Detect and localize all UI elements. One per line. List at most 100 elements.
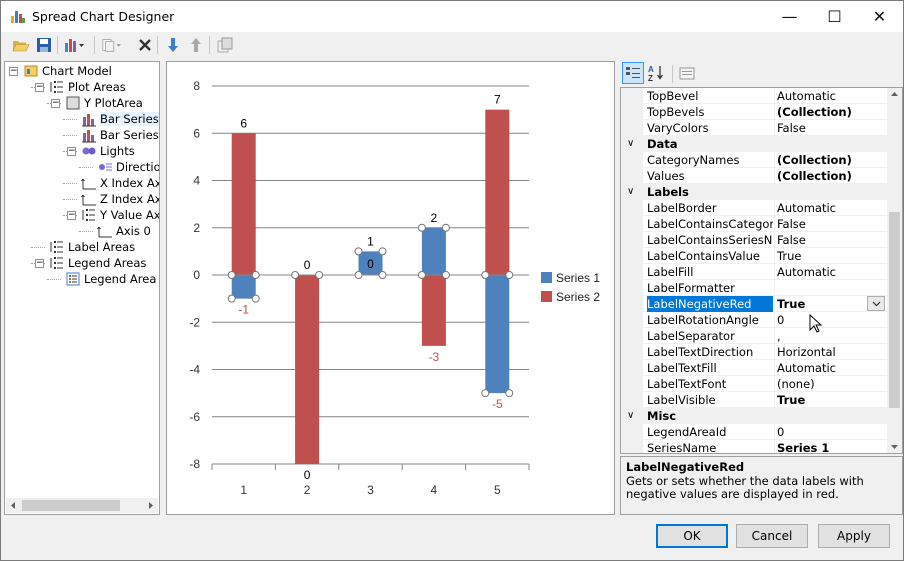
move-up-icon[interactable] — [186, 35, 206, 55]
chart-model-tree[interactable]: Chart Model − Plot Areas − Y PlotArea − Bar Se… — [4, 61, 160, 515]
tree-item-label: Axis 0 — [116, 224, 151, 238]
property-value[interactable]: False — [777, 120, 888, 136]
property-value[interactable]: (none) — [777, 376, 888, 392]
save-icon[interactable] — [34, 35, 54, 55]
property-name: LabelVisible — [647, 393, 716, 407]
property-value[interactable]: False — [777, 216, 888, 232]
property-grid[interactable]: TopBevel Automatic TopBevels (Collection) Va… — [620, 87, 903, 454]
move-down-icon[interactable] — [163, 35, 183, 55]
tree-item-label: Label Areas — [68, 240, 136, 254]
delete-icon[interactable] — [135, 35, 155, 55]
property-row[interactable]: LabelTextFont (none) — [621, 376, 888, 392]
property-value[interactable]: Horizontal — [777, 344, 888, 360]
collapse-icon[interactable]: − — [35, 259, 44, 268]
property-category[interactable]: ∨ Misc — [621, 408, 888, 424]
close-button[interactable]: ✕ — [857, 1, 902, 32]
svg-text:Z: Z — [648, 74, 653, 82]
x-tick-label: 3 — [367, 483, 374, 497]
tree-item[interactable]: Label Areas — [49, 239, 135, 255]
tree-item[interactable]: Z Index Axi — [81, 191, 159, 207]
property-row[interactable]: TopBevel Automatic — [621, 88, 888, 104]
property-value[interactable]: True — [777, 392, 888, 408]
chevron-down-icon[interactable]: ∨ — [627, 138, 634, 149]
property-row[interactable]: LabelSeparator, — [621, 328, 888, 344]
property-value[interactable]: Automatic — [777, 200, 888, 216]
copy-icon[interactable] — [101, 35, 121, 55]
property-row[interactable]: LabelContainsValue True — [621, 248, 888, 264]
property-value[interactable]: 0 — [777, 424, 888, 440]
property-value[interactable]: Series 1 — [777, 440, 888, 453]
axis-list-icon — [82, 209, 95, 221]
property-row[interactable]: LabelFill Automatic — [621, 264, 888, 280]
categorized-icon[interactable] — [622, 62, 644, 84]
chevron-down-icon[interactable]: ∨ — [627, 186, 634, 197]
collapse-icon[interactable]: − — [35, 83, 44, 92]
alphabetical-sort-icon[interactable]: AZ — [647, 63, 667, 83]
dropdown-button[interactable] — [867, 296, 885, 311]
chevron-down-icon[interactable]: ∨ — [627, 410, 634, 421]
tree-item[interactable]: Y PlotArea — [65, 95, 143, 111]
collapse-icon[interactable]: − — [67, 211, 76, 220]
property-row[interactable]: LabelVisible True — [621, 392, 888, 408]
legend-label: Series 1 — [556, 271, 600, 285]
collapse-icon[interactable]: − — [51, 99, 60, 108]
property-row[interactable]: LabelTextDirection Horizontal — [621, 344, 888, 360]
cancel-button[interactable]: Cancel — [736, 524, 808, 548]
tree-item[interactable]: Legend Area 0 — [65, 271, 159, 287]
property-category[interactable]: ∨ Labels — [621, 184, 888, 200]
property-value[interactable]: (Collection) — [777, 168, 888, 184]
collapse-icon[interactable]: − — [9, 67, 18, 76]
property-value[interactable]: (Collection) — [777, 152, 888, 168]
chevron-down-icon — [872, 301, 880, 306]
property-value[interactable]: False — [777, 232, 888, 248]
property-row[interactable]: SeriesName Series 1 — [621, 440, 888, 453]
selection-handle — [505, 389, 514, 398]
tree-item[interactable]: Bar Series — [81, 111, 159, 127]
tree-item-label: Bar Series — [100, 112, 159, 126]
property-row[interactable]: CategoryNames (Collection) — [621, 152, 888, 168]
collapse-icon[interactable]: − — [67, 147, 76, 156]
property-value[interactable]: True — [777, 248, 888, 264]
property-value[interactable] — [777, 280, 888, 296]
property-row[interactable]: TopBevels (Collection) — [621, 104, 888, 120]
property-row[interactable]: Values (Collection) — [621, 168, 888, 184]
tree-item[interactable]: Bar Series — [81, 127, 159, 143]
tree-item[interactable]: Lights — [81, 143, 135, 159]
tree-horizontal-scrollbar[interactable] — [6, 498, 158, 513]
tree-item[interactable]: Legend Areas — [49, 255, 146, 271]
property-value[interactable]: Automatic — [777, 360, 888, 376]
property-row[interactable]: LegendAreaId 0 — [621, 424, 888, 440]
property-row[interactable]: LabelContainsCategoryName False — [621, 216, 888, 232]
tree-item[interactable]: Chart Model — [23, 63, 112, 79]
open-icon[interactable] — [11, 35, 31, 55]
apply-button[interactable]: Apply — [818, 524, 890, 548]
tree-item[interactable]: Axis 0 — [97, 223, 151, 239]
tree-item[interactable]: X Index Axi — [81, 175, 159, 191]
ok-button[interactable]: OK — [656, 524, 728, 548]
property-value[interactable]: Automatic — [777, 264, 888, 280]
property-value[interactable]: , — [777, 328, 888, 344]
property-row[interactable]: LabelFormatter — [621, 280, 888, 296]
toolbar-separator — [672, 65, 673, 83]
property-value[interactable]: Automatic — [777, 88, 888, 104]
maximize-button[interactable]: ☐ — [812, 1, 857, 32]
property-value[interactable]: (Collection) — [777, 104, 888, 120]
selection-handle — [441, 223, 450, 232]
property-pages-icon[interactable] — [677, 63, 697, 83]
property-value[interactable]: 0 — [777, 312, 888, 328]
minimize-button[interactable]: — — [767, 1, 812, 32]
chart-type-icon[interactable] — [64, 35, 84, 55]
tree-item[interactable]: Plot Areas — [49, 79, 126, 95]
property-row[interactable]: LabelNegativeRed True — [621, 296, 888, 312]
property-row[interactable]: VaryColors False — [621, 120, 888, 136]
selection-handle — [227, 271, 236, 279]
property-row[interactable]: LabelContainsSeriesName False — [621, 232, 888, 248]
tree-item[interactable]: Y Value Axi — [81, 207, 159, 223]
property-grid-scrollbar[interactable] — [887, 88, 902, 453]
properties-icon[interactable] — [215, 35, 235, 55]
tree-item[interactable]: Directio — [97, 159, 159, 175]
property-row[interactable]: LabelRotationAngle 0 — [621, 312, 888, 328]
property-row[interactable]: LabelBorder Automatic — [621, 200, 888, 216]
property-row[interactable]: LabelTextFill Automatic — [621, 360, 888, 376]
property-category[interactable]: ∨ Data — [621, 136, 888, 152]
